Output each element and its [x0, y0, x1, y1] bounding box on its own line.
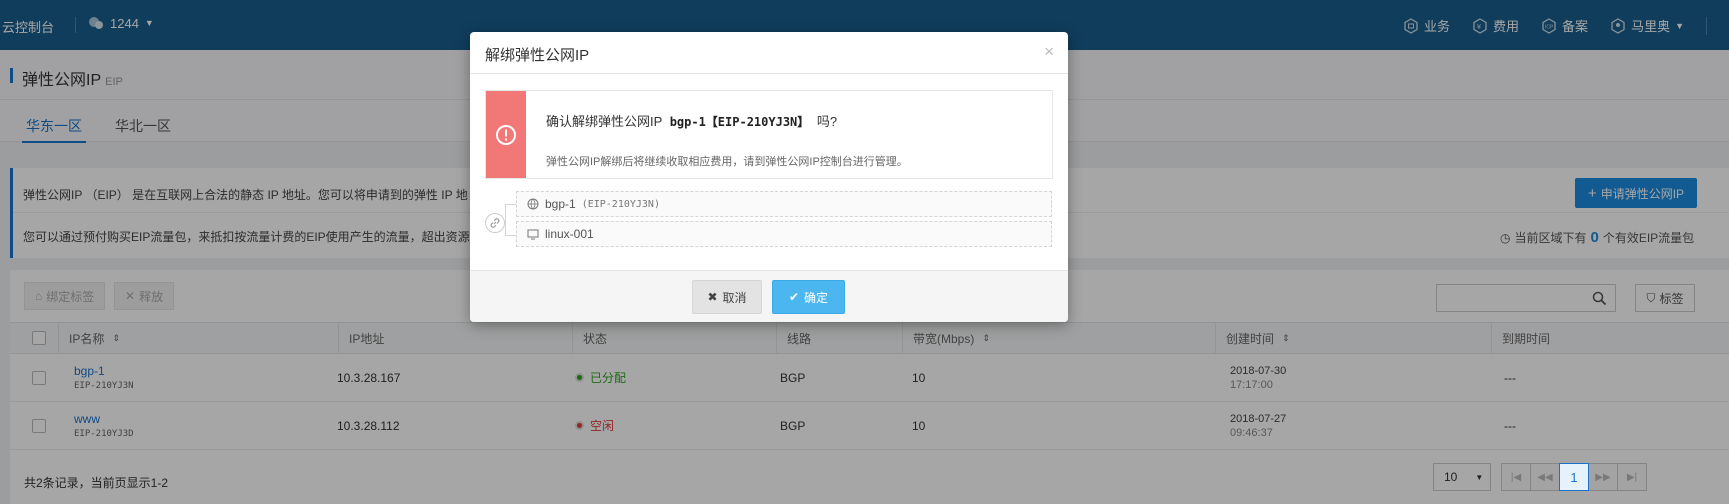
close-icon: ✖	[707, 290, 718, 304]
question-prefix: 确认解绑弹性公网IP	[546, 114, 663, 129]
check-icon: ✔	[788, 290, 800, 304]
globe-icon	[527, 198, 539, 210]
confirm-warning: 确认解绑弹性公网IP bgp-1【EIP-210YJ3N】 吗? 弹性公网IP解…	[485, 90, 1053, 179]
monitor-icon	[527, 229, 539, 240]
page-number-button[interactable]: 1	[1559, 463, 1589, 491]
exclamation-icon	[496, 124, 516, 145]
confirm-note: 弹性公网IP解绑后将继续收取相应费用，请到弹性公网IP控制台进行管理。	[546, 156, 908, 168]
eip-item-name: bgp-1	[545, 197, 576, 211]
question-target: bgp-1【EIP-210YJ3N】	[669, 115, 810, 129]
host-item-name: linux-001	[545, 227, 594, 241]
cancel-label: 取消	[722, 290, 747, 305]
unbind-eip-dialog: 解绑弹性公网IP × 确认解绑弹性公网IP bgp-1【EIP-210YJ3N】…	[470, 32, 1068, 322]
dialog-title: 解绑弹性公网IP	[485, 47, 590, 64]
confirm-button[interactable]: ✔ 确定	[772, 280, 845, 314]
link-icon	[485, 213, 505, 233]
question-suffix: 吗?	[816, 114, 838, 129]
eip-item: bgp-1 (EIP-210YJ3N)	[516, 191, 1052, 217]
cancel-button[interactable]: ✖ 取消	[692, 280, 762, 314]
binding-relation: bgp-1 (EIP-210YJ3N) linux-001	[485, 190, 1053, 256]
dialog-footer: ✖ 取消 ✔ 确定	[470, 270, 1068, 322]
warning-stripe	[486, 91, 526, 178]
confirm-label: 确定	[804, 290, 829, 305]
confirm-question: 确认解绑弹性公网IP bgp-1【EIP-210YJ3N】 吗?	[546, 111, 837, 130]
eip-item-id: (EIP-210YJ3N)	[581, 198, 660, 210]
host-item: linux-001	[516, 221, 1052, 247]
dialog-header: 解绑弹性公网IP ×	[470, 32, 1068, 74]
close-icon[interactable]: ×	[1044, 42, 1054, 62]
